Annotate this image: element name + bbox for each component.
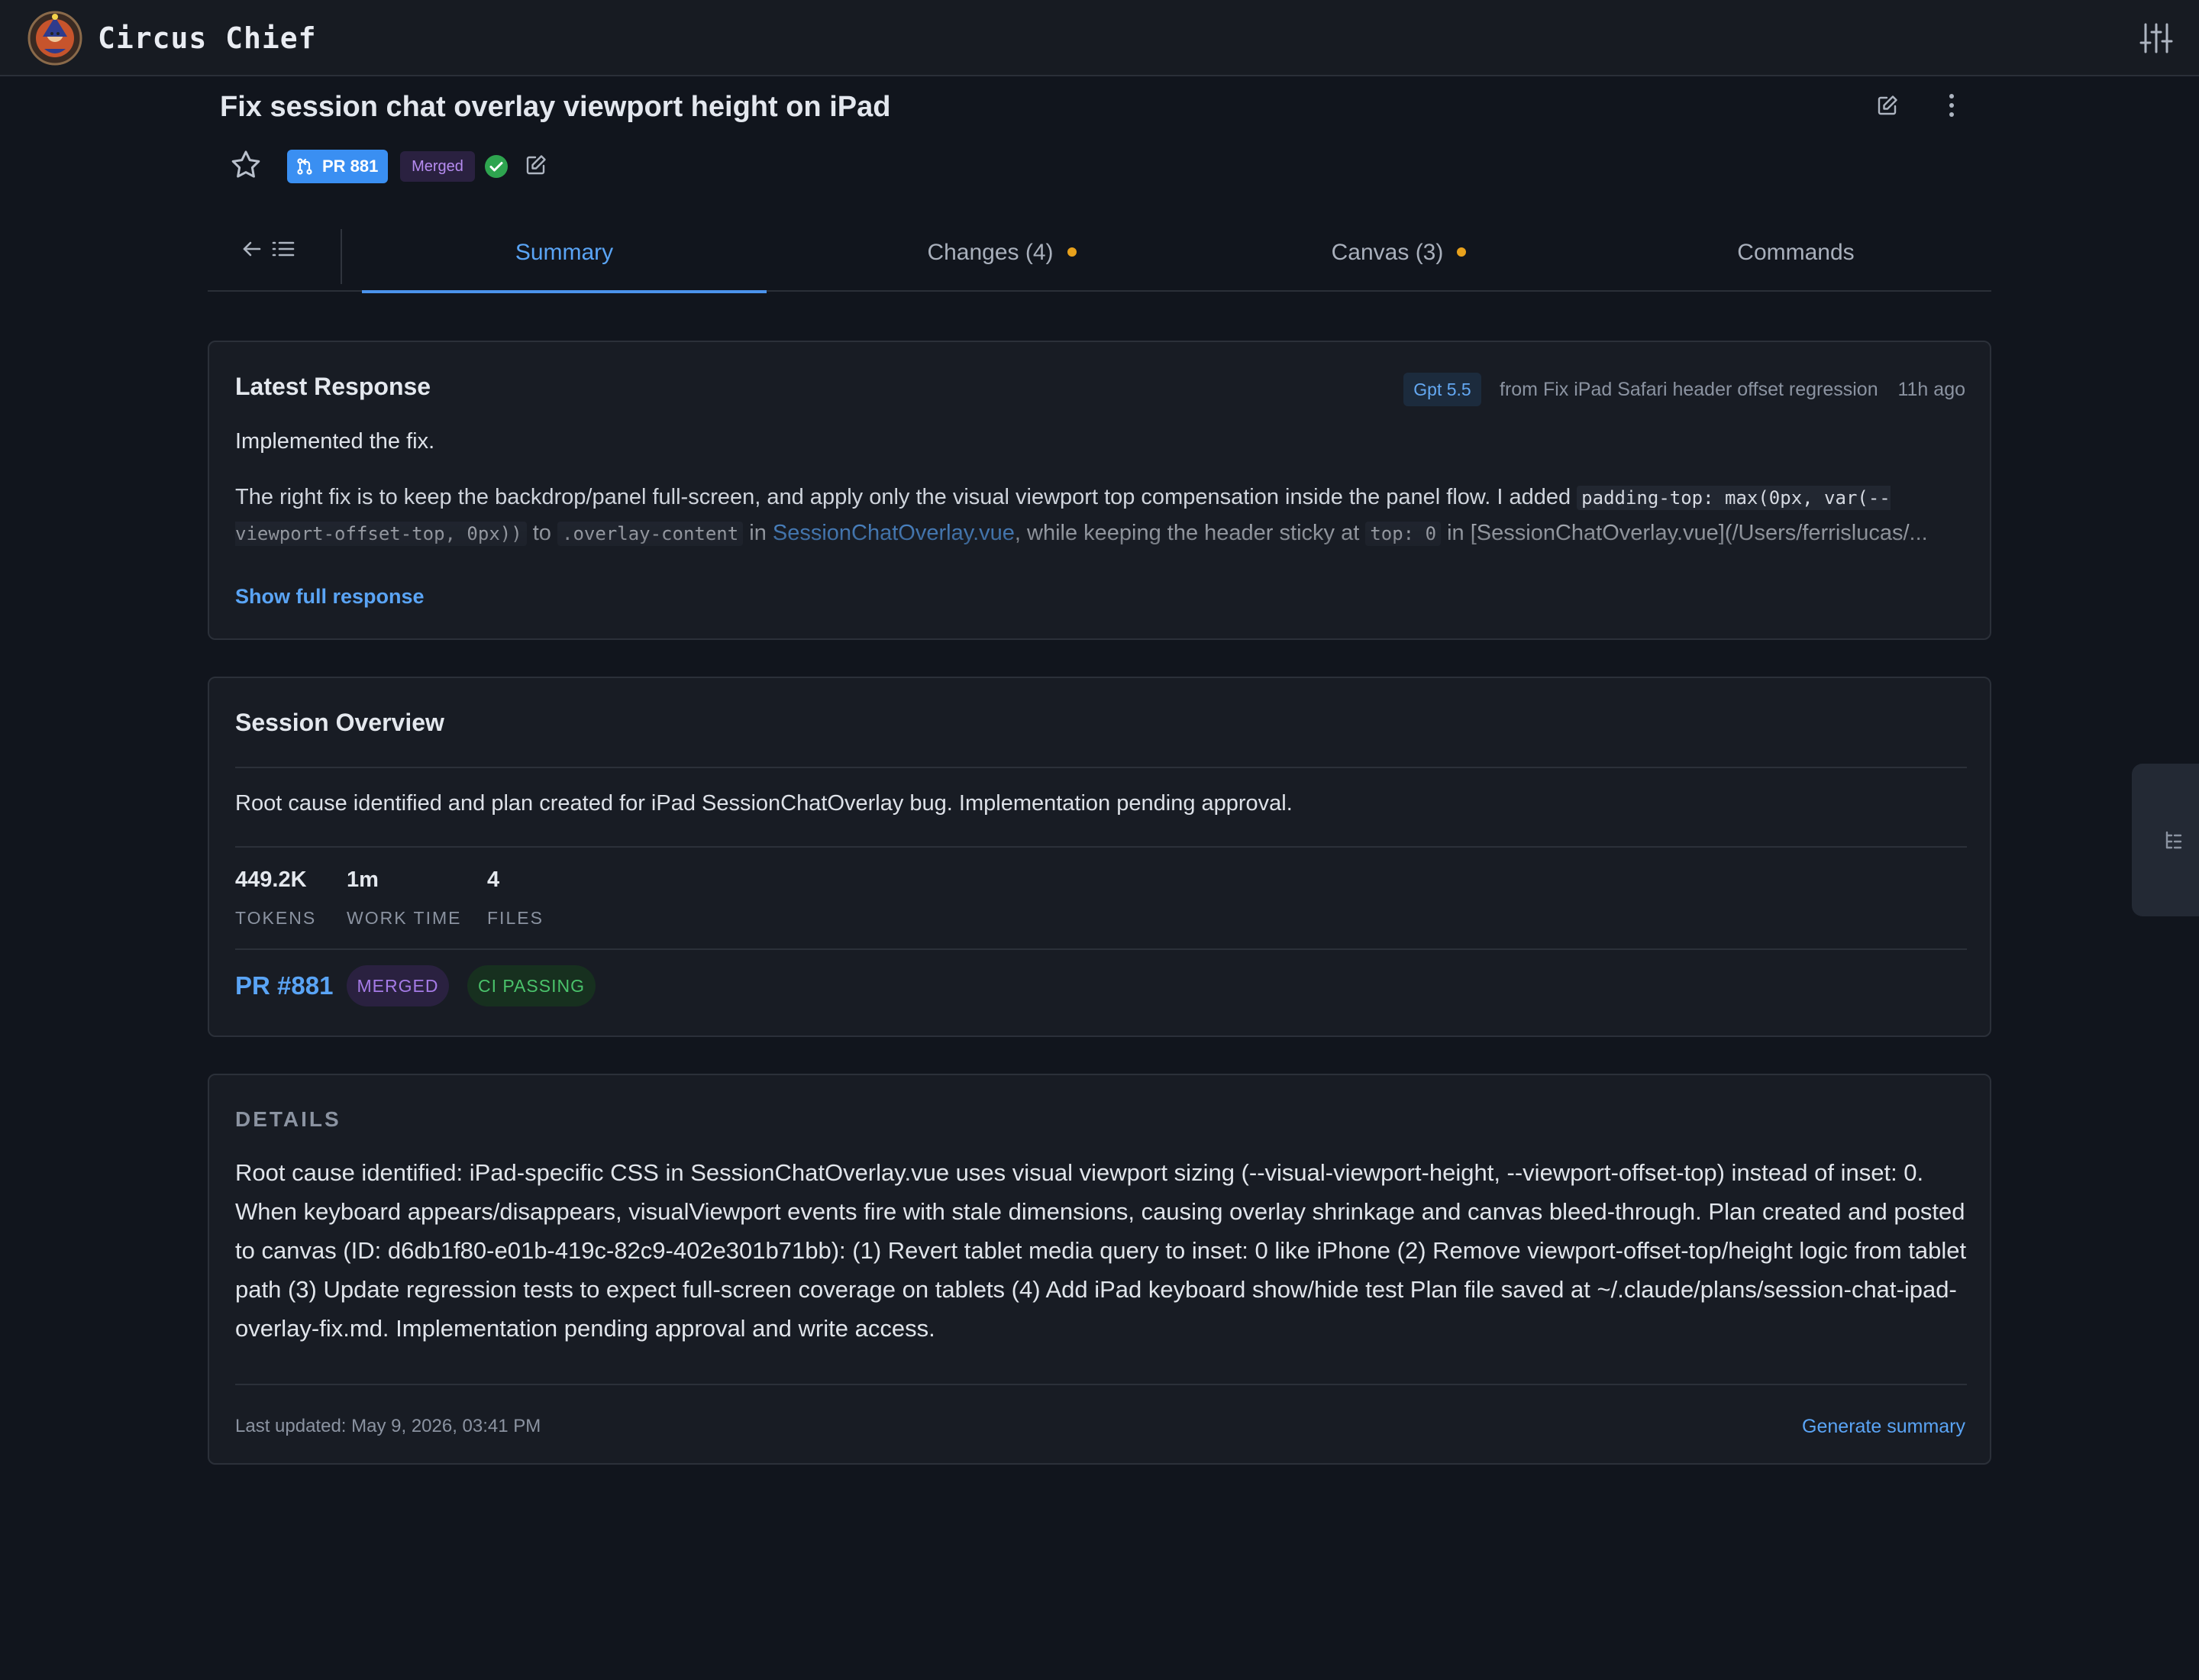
tab-label: Canvas (3) [1331,240,1444,265]
tab-divider [341,229,342,284]
stat-tokens: 449.2K TOKENS [235,867,316,929]
inline-code: top: 0 [1365,522,1442,546]
stat-label: WORK TIME [347,908,462,928]
stat-label: FILES [487,908,544,928]
response-text: , while keeping the header sticky at [1014,521,1366,545]
show-full-response-button[interactable]: Show full response [235,585,425,609]
ci-status-pill: CI PASSING [467,965,596,1006]
edit-pr-icon[interactable] [525,154,550,179]
divider [235,767,1967,768]
inline-code: .overlay-content [557,522,744,546]
details-heading: DETAILS [235,1107,341,1131]
circus-logo-icon[interactable] [27,11,82,66]
card-title: Session Overview [235,709,444,736]
latest-response-card: Latest Response Gpt 5.5 from Fix iPad Sa… [208,341,1991,640]
tab-bar: Summary Changes (4) Canvas (3) Commands [208,221,1994,293]
merged-badge: Merged [400,151,475,182]
tab-commands[interactable]: Commands [1597,221,1994,292]
pull-request-icon [297,158,312,175]
details-body: Root cause identified: iPad-specific CSS… [235,1159,1967,1342]
app-name: Circus Chief [98,21,317,55]
panel-toggle-icon [2165,831,2182,849]
timestamp: 11h ago [1897,379,1965,400]
file-link[interactable]: SessionChatOverlay.vue [773,521,1015,545]
stat-value: 449.2K [235,867,307,892]
tab-nav-icons [241,238,302,269]
stat-value: 4 [487,867,500,892]
response-text: The right fix is to keep the backdrop/pa… [235,485,1577,509]
tab-label: Commands [1737,240,1855,265]
source-session: from Fix iPad Safari header offset regre… [1500,379,1878,400]
list-icon[interactable] [272,238,302,269]
edit-icon[interactable] [1869,87,1906,124]
stat-label: TOKENS [235,908,317,928]
session-overview-card: Session Overview Root cause identified a… [208,677,1991,1037]
divider [235,846,1967,848]
divider [235,1384,1967,1385]
model-badge: Gpt 5.5 [1403,373,1481,406]
check-circle-icon [484,154,509,179]
card-title: Latest Response [235,373,431,400]
stat-work-time: 1m WORK TIME [347,867,461,929]
generate-summary-button[interactable]: Generate summary [1802,1416,1965,1438]
last-updated: Last updated: May 9, 2026, 03:41 PM [235,1416,541,1436]
response-preview: The right fix is to keep the backdrop/pa… [235,480,1970,556]
response-first-line: Implemented the fix. [235,429,435,454]
tab-summary[interactable]: Summary [362,221,767,293]
tab-label: Summary [515,240,614,265]
response-text: to [526,521,557,545]
stat-value: 1m [347,867,379,892]
response-text: in [SessionChatOverlay.vue](/Users/ferri… [1441,521,1928,545]
details-card: DETAILS Root cause identified: iPad-spec… [208,1074,1991,1465]
tab-label: Changes (4) [927,240,1054,265]
tab-changes[interactable]: Changes (4) [803,221,1200,292]
pr-link[interactable]: PR #881 [235,971,333,1000]
stat-files: 4 FILES [487,867,544,929]
pr-badge-label: PR 881 [322,157,379,176]
tab-canvas[interactable]: Canvas (3) [1200,221,1597,292]
unread-dot [1067,247,1077,257]
unread-dot [1457,247,1467,257]
pr-badge[interactable]: PR 881 [287,150,388,183]
top-bar: Circus Chief [0,0,2199,76]
overview-summary: Root cause identified and plan created f… [235,791,1293,816]
arrow-left-icon[interactable] [241,238,272,269]
divider [235,948,1967,950]
star-icon[interactable] [229,148,266,185]
side-panel-toggle[interactable] [2132,764,2199,916]
more-vertical-icon[interactable] [1933,87,1970,124]
page-title: Fix session chat overlay viewport height… [220,91,891,123]
response-text: in [743,521,773,545]
sliders-icon[interactable] [2138,20,2175,57]
merged-status-pill: MERGED [347,965,449,1006]
